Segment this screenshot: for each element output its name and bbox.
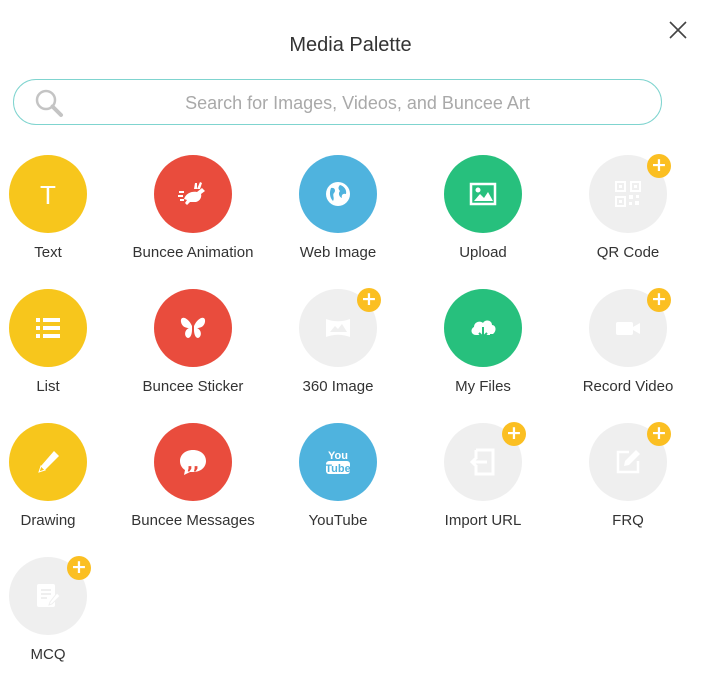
import-url-icon	[469, 448, 495, 476]
media-item-label: Upload	[459, 244, 507, 261]
text-t-icon: T	[40, 180, 56, 209]
media-item-list[interactable]: List	[0, 289, 118, 409]
svg-text:You: You	[328, 450, 348, 462]
search-input[interactable]	[74, 86, 641, 120]
search-bar[interactable]	[13, 79, 662, 125]
youtube-icon: YouTube	[325, 450, 350, 475]
media-item-label: 360 Image	[302, 378, 374, 395]
chat-quote-icon: ,,	[180, 450, 206, 475]
svg-text:Tube: Tube	[325, 463, 350, 475]
buncee-sticker-button-circle[interactable]	[154, 289, 232, 367]
media-item-label: MCQ	[30, 646, 66, 663]
close-button[interactable]	[666, 18, 690, 42]
media-item-buncee-sticker[interactable]: Buncee Sticker	[123, 289, 263, 409]
media-item-label: FRQ	[612, 512, 644, 529]
image-upload-icon	[469, 182, 497, 206]
globe-icon	[326, 182, 350, 206]
cloud-download-icon	[471, 320, 496, 339]
premium-plus-badge: +	[502, 422, 526, 446]
media-item-qr-code[interactable]: + QR Code	[558, 154, 698, 275]
web-image-button-circle[interactable]	[299, 155, 377, 233]
media-item-drawing[interactable]: Drawing	[0, 423, 118, 543]
media-item-buncee-animation[interactable]: Buncee Animation	[123, 155, 263, 275]
media-item-label: Buncee Messages	[131, 512, 255, 529]
media-item-label: List	[36, 378, 60, 395]
svg-text:,,: ,,	[187, 454, 199, 473]
premium-plus-badge: +	[647, 288, 671, 312]
media-item-buncee-messages[interactable]: ,, Buncee Messages	[123, 423, 263, 543]
edit-document-icon	[37, 584, 61, 607]
qr-code-icon	[615, 181, 641, 207]
upload-button-circle[interactable]	[444, 155, 522, 233]
media-item-label: My Files	[455, 378, 511, 395]
media-item-label: Web Image	[299, 244, 377, 261]
media-item-frq[interactable]: + FRQ	[558, 422, 698, 543]
svg-text:T: T	[40, 180, 56, 209]
search-icon	[35, 89, 63, 117]
youtube-button-circle[interactable]: You Tube	[299, 423, 377, 501]
pencil-icon	[38, 451, 59, 473]
media-item-web-image[interactable]: Web Image	[268, 155, 408, 275]
video-camera-icon	[616, 322, 640, 335]
media-item-label: Buncee Animation	[132, 244, 254, 261]
media-item-upload[interactable]: Upload	[413, 155, 553, 275]
media-item-label: QR Code	[596, 244, 660, 261]
premium-plus-badge: +	[67, 556, 91, 580]
edit-square-icon	[616, 450, 640, 474]
media-item-label: Record Video	[582, 378, 674, 395]
media-item-label: Import URL	[444, 512, 522, 529]
media-item-label: YouTube	[308, 512, 368, 529]
premium-plus-badge: +	[357, 288, 381, 312]
media-item-label: Buncee Sticker	[142, 378, 244, 395]
media-item-my-files[interactable]: My Files	[413, 289, 553, 409]
dialog-title: Media Palette	[289, 34, 412, 56]
drawing-button-circle[interactable]	[9, 423, 87, 501]
media-item-text[interactable]: T Text	[0, 155, 118, 275]
media-item-youtube[interactable]: You Tube YouTube	[268, 423, 408, 543]
buncee-messages-button-circle[interactable]: ,,	[154, 423, 232, 501]
running-rabbit-icon	[178, 182, 205, 205]
media-item-record-video[interactable]: + Record Video	[558, 288, 698, 409]
media-item-360-image[interactable]: +360 Image	[268, 288, 408, 409]
list-button-circle[interactable]	[9, 289, 87, 367]
premium-plus-badge: +	[647, 154, 671, 178]
my-files-button-circle[interactable]	[444, 289, 522, 367]
butterfly-icon	[180, 317, 206, 338]
close-icon	[669, 21, 687, 39]
media-item-label: Text	[34, 244, 62, 261]
media-item-import-url[interactable]: + Import URL	[413, 422, 553, 543]
panorama-icon	[326, 319, 350, 337]
text-button-circle[interactable]: T	[9, 155, 87, 233]
premium-plus-badge: +	[647, 422, 671, 446]
media-item-mcq[interactable]: + MCQ	[0, 556, 118, 677]
media-item-label: Drawing	[20, 512, 76, 529]
buncee-animation-button-circle[interactable]	[154, 155, 232, 233]
list-icon	[36, 318, 60, 338]
